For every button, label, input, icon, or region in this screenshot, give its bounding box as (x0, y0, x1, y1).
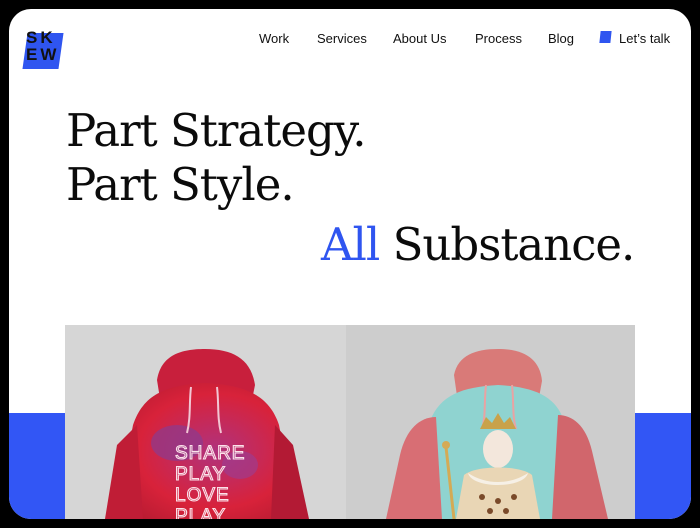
nav-process[interactable]: Process (475, 30, 522, 48)
print-word-2: PLAY (175, 464, 226, 485)
page: SK EW Work Services About Us Process Blo… (9, 9, 691, 519)
headline-accent: All (321, 218, 380, 271)
print-word-3: LOVE (175, 485, 230, 506)
print-word-4: PLAY (175, 506, 226, 519)
product-image-right[interactable] (346, 325, 635, 519)
headline-line-2: Part Style. (66, 158, 295, 211)
headline-line-3: All Substance. (321, 218, 636, 271)
red-hoodie-illustration: SHARE PLAY LOVE PLAY (65, 325, 346, 519)
logo-text-bottom: EW (26, 45, 60, 64)
logo-text-top: SK (26, 28, 56, 47)
print-word-1: SHARE (175, 443, 245, 464)
headline-substance: Substance. (392, 218, 636, 271)
nav-services[interactable]: Services (317, 30, 367, 48)
portrait-hoodie-illustration (346, 325, 635, 519)
nav-work[interactable]: Work (259, 30, 289, 48)
nav-about-us[interactable]: About Us (393, 30, 446, 48)
cta-square-icon (599, 31, 612, 43)
nav-blog[interactable]: Blog (548, 30, 574, 48)
headline-line-1: Part Strategy. (66, 104, 367, 157)
product-image-left[interactable]: SHARE PLAY LOVE PLAY (65, 325, 346, 519)
skew-logo[interactable]: SK EW (22, 29, 65, 69)
lets-talk-button[interactable]: Let’s talk (619, 30, 670, 48)
logo-wordmark: SK EW (23, 29, 65, 63)
